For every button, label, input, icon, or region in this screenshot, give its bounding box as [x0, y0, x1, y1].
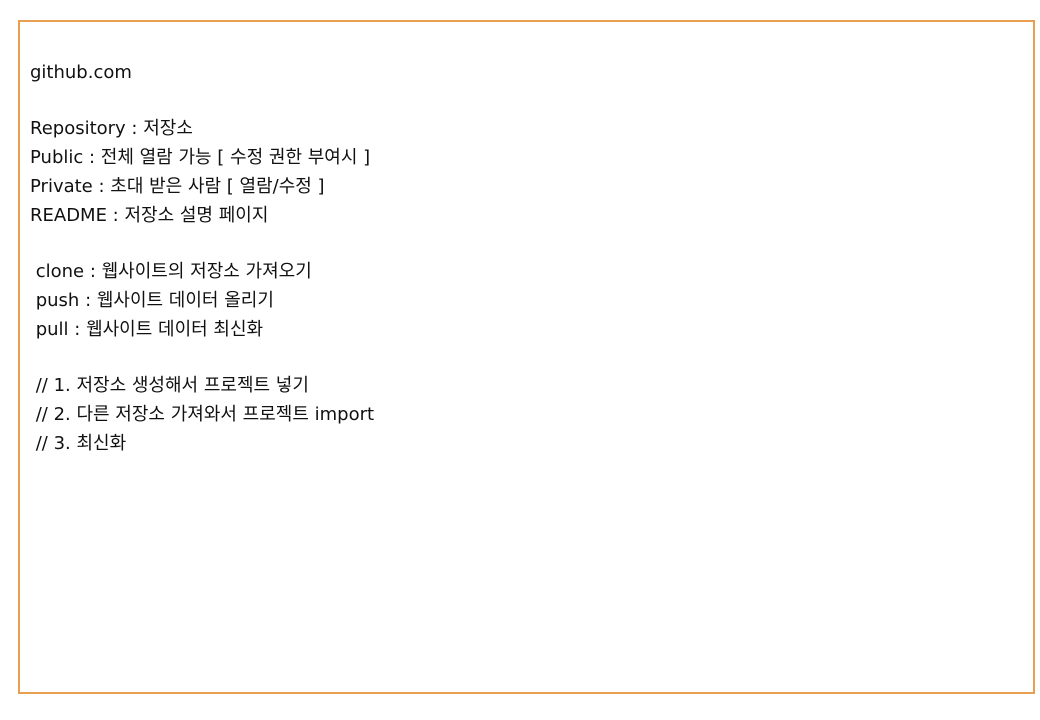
note-content: github.com Repository : 저장소 Public : 전체 … — [30, 58, 374, 458]
step-2: // 2. 다른 저장소 가져와서 프로젝트 import — [30, 404, 375, 425]
site-line: github.com — [30, 62, 132, 83]
command-pull: pull : 웹사이트 데이터 최신화 — [30, 319, 264, 340]
definition-public: Public : 전체 열람 가능 [ 수정 권한 부여시 ] — [30, 147, 371, 168]
definition-readme: README : 저장소 설명 페이지 — [30, 205, 269, 226]
definition-private: Private : 초대 받은 사람 [ 열람/수정 ] — [30, 176, 325, 197]
step-3: // 3. 최신화 — [30, 433, 127, 454]
step-1: // 1. 저장소 생성해서 프로젝트 넣기 — [30, 375, 309, 396]
command-push: push : 웹사이트 데이터 올리기 — [30, 290, 274, 311]
note-frame: github.com Repository : 저장소 Public : 전체 … — [18, 20, 1035, 694]
command-clone: clone : 웹사이트의 저장소 가져오기 — [30, 261, 312, 282]
definition-repository: Repository : 저장소 — [30, 118, 193, 139]
